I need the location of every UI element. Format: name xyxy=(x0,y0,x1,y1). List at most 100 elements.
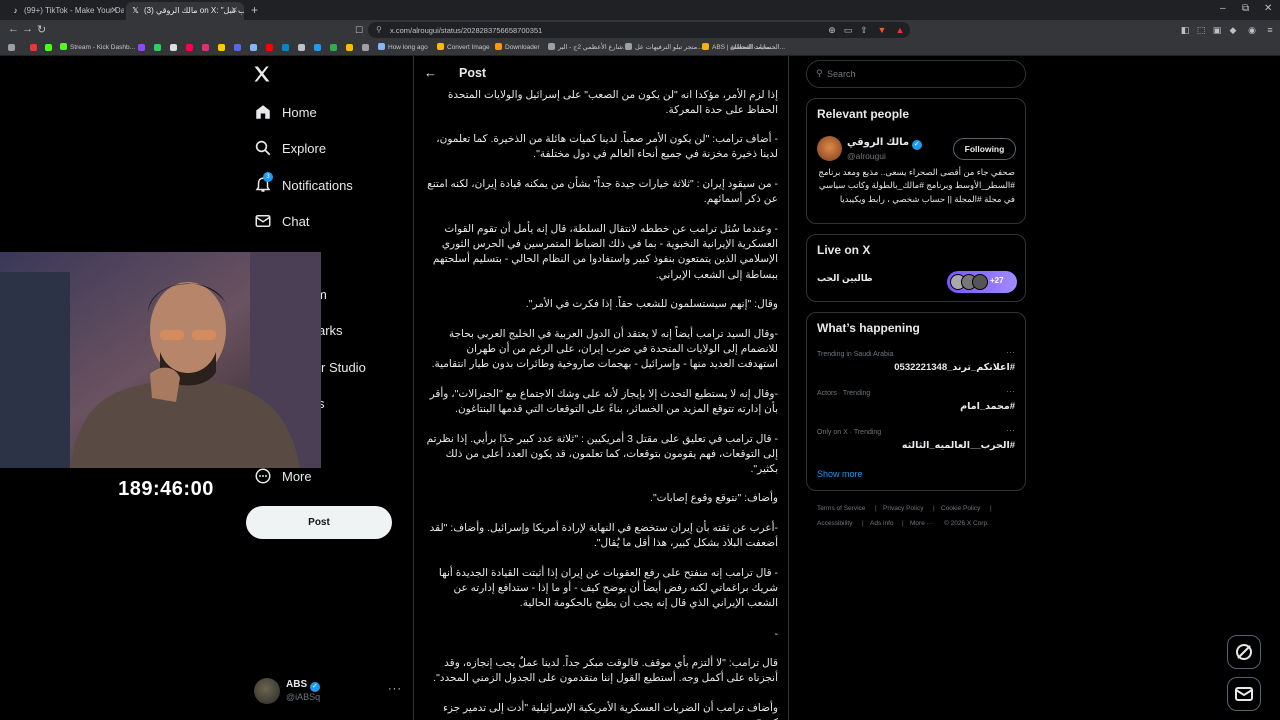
x-logo-icon[interactable] xyxy=(252,64,274,86)
footer-link[interactable]: Terms of Service xyxy=(817,505,865,512)
bookmark-icon-3[interactable] xyxy=(298,44,305,51)
back-icon[interactable]: ← xyxy=(8,23,19,35)
trend-more-icon[interactable]: ··· xyxy=(1006,347,1015,357)
maximize-icon[interactable]: ⧉ xyxy=(1242,3,1249,14)
nav-label: Explore xyxy=(282,141,327,156)
discord-icon[interactable] xyxy=(234,44,241,51)
tiktok-icon: ♪ xyxy=(13,6,18,15)
telegram-icon[interactable] xyxy=(282,44,289,51)
kick-icon[interactable] xyxy=(45,44,52,51)
bookmark-icon-7[interactable] xyxy=(362,44,369,51)
url-text: x.com/alrougui/status/202828375665870035… xyxy=(390,26,543,35)
footer-separator: | xyxy=(933,505,935,512)
grok-button[interactable] xyxy=(1227,635,1261,669)
share-icon[interactable]: ⇪ xyxy=(859,25,869,35)
trend-meta: Trending in Saudi Arabia xyxy=(817,351,894,358)
youtube-icon[interactable] xyxy=(266,44,273,51)
trend-item[interactable]: Only on X · Trending ··· #الحرب__العالمي… xyxy=(807,425,1025,461)
footer-separator: | xyxy=(875,505,877,512)
trend-meta: Only on X · Trending xyxy=(817,429,882,436)
extensions-icon[interactable]: ⬚ xyxy=(1196,25,1206,35)
page-title: Post xyxy=(459,66,487,80)
site-info-icon[interactable]: ⚲ xyxy=(376,25,382,34)
bookmark-icon-5[interactable] xyxy=(330,44,337,51)
back-arrow-icon[interactable]: ← xyxy=(424,65,437,80)
footer-more-link[interactable]: More ··· xyxy=(910,520,933,527)
snapchat-icon[interactable] xyxy=(218,44,225,51)
bookmark-icon-4[interactable] xyxy=(314,44,321,51)
footer-link[interactable]: Privacy Policy xyxy=(883,505,923,512)
reload-icon[interactable]: ↻ xyxy=(37,23,46,36)
twitch-icon[interactable] xyxy=(138,44,145,51)
bookmark-street[interactable]: شارع الأعظمي 2ج - البر... xyxy=(548,43,628,51)
following-button[interactable]: Following xyxy=(953,138,1016,160)
webcam-person-image xyxy=(0,252,321,468)
post-header: ← Post xyxy=(414,56,788,92)
close-tab-icon[interactable]: ✕ xyxy=(110,5,118,16)
messages-button[interactable] xyxy=(1227,677,1261,711)
bookmark-icon-2[interactable] xyxy=(250,44,257,51)
avatar[interactable] xyxy=(817,136,842,161)
wallet-icon[interactable]: ▣ xyxy=(1212,25,1222,35)
close-tab-icon[interactable]: ✕ xyxy=(230,5,238,16)
bookmark-mohammed[interactable]: محمد القحطان... xyxy=(730,43,790,51)
bookmark-page-icon[interactable]: ☐ xyxy=(354,25,364,35)
post-paragraph: قال ترامب: "لا ألتزم بأي موقف. فالوقت مب… xyxy=(433,657,778,685)
trend-more-icon[interactable]: ··· xyxy=(1006,386,1015,396)
account-avatar[interactable] xyxy=(254,678,280,704)
whatsapp-icon[interactable] xyxy=(154,44,161,51)
notification-badge: 3 xyxy=(263,172,273,182)
brave-shield-icon[interactable]: ▼ xyxy=(877,25,887,35)
bookmark-downloader[interactable]: Downloader xyxy=(495,43,540,51)
bookmark-store[interactable]: متجر تبلو الترفيهات عل... xyxy=(625,43,703,51)
bookmark-kick-dashboard[interactable]: Stream - Kick Dashb... xyxy=(60,43,135,51)
bookmark-icon-6[interactable] xyxy=(346,44,353,51)
bookmark-icon-1[interactable] xyxy=(30,44,37,51)
sidebar-toggle-icon[interactable]: ◧ xyxy=(1180,25,1190,35)
leo-icon[interactable]: ◆ xyxy=(1228,25,1238,35)
tab-x-post[interactable]: 𝕏 (3) مالك الروقي on X: "ترامب قبل ✕ xyxy=(126,2,244,20)
kick-icon xyxy=(60,43,67,50)
menu-icon[interactable]: ≡ xyxy=(1265,25,1275,35)
person-name[interactable]: مالك الروقي ✓ xyxy=(847,137,922,150)
tiktok-bookmark-icon[interactable] xyxy=(186,44,193,51)
trend-more-icon[interactable]: ··· xyxy=(1006,425,1015,435)
footer-link[interactable]: Ads info xyxy=(870,520,894,527)
brave-rewards-icon[interactable]: ▲ xyxy=(895,25,905,35)
footer-link[interactable]: Cookie Policy xyxy=(941,505,980,512)
trend-name: #اعلانكم_ترند_0532221348 xyxy=(894,362,1015,373)
live-on-x-card: Live on X طالبين الحب +27 xyxy=(806,234,1026,302)
trend-item[interactable]: Actors · Trending ··· #محمد_امام xyxy=(807,386,1025,422)
account-menu-icon[interactable]: ··· xyxy=(388,683,402,695)
new-tab-button[interactable]: + xyxy=(251,3,258,17)
trend-item[interactable]: Trending in Saudi Arabia ··· #اعلانكم_تر… xyxy=(807,347,1025,383)
post-paragraph: - أضاف ترامب: "لن يكون الأمر صعباً. لدين… xyxy=(436,133,778,161)
bookmark-how-long-ago[interactable]: How long ago xyxy=(378,43,428,51)
post-paragraph: -أعرب عن ثقته بأن إيران ستخضع في النهاية… xyxy=(429,522,778,550)
post-button[interactable]: Post xyxy=(246,506,392,539)
trend-name: #محمد_امام xyxy=(960,401,1015,412)
search-icon: ⚲ xyxy=(816,68,823,78)
instagram-icon[interactable] xyxy=(202,44,209,51)
zoom-icon[interactable]: ⊕ xyxy=(827,25,837,35)
bookmark-convert-image[interactable]: Convert Image xyxy=(437,43,490,51)
tab-tiktok[interactable]: ♪ (99+) TikTok - Make Your Day ✕ xyxy=(6,2,125,20)
live-listeners-pill[interactable]: +27 xyxy=(947,271,1017,293)
show-more-link[interactable]: Show more xyxy=(817,469,863,479)
vpn-icon[interactable]: ◉ xyxy=(1247,25,1257,35)
minimize-icon[interactable]: – xyxy=(1220,3,1226,14)
footer-separator: | xyxy=(990,505,992,512)
listener-count: +27 xyxy=(990,276,1004,285)
x-icon[interactable] xyxy=(170,44,177,51)
close-window-icon[interactable]: ✕ xyxy=(1264,3,1272,14)
apps-icon[interactable] xyxy=(8,44,15,51)
post-paragraph: - قال ترامب في تعليق على مقتل 3 أمريكيين… xyxy=(426,433,778,476)
download-icon xyxy=(495,43,502,50)
search-input[interactable]: ⚲ Search xyxy=(806,60,1026,88)
forward-icon[interactable]: → xyxy=(22,23,33,35)
account-name[interactable]: ABS ✓ xyxy=(286,679,320,692)
live-space-title[interactable]: طالبين الحب xyxy=(817,273,873,284)
footer-link[interactable]: Accessibility xyxy=(817,520,852,527)
cast-icon[interactable]: ▭ xyxy=(843,25,853,35)
footer-separator: | xyxy=(902,520,904,527)
